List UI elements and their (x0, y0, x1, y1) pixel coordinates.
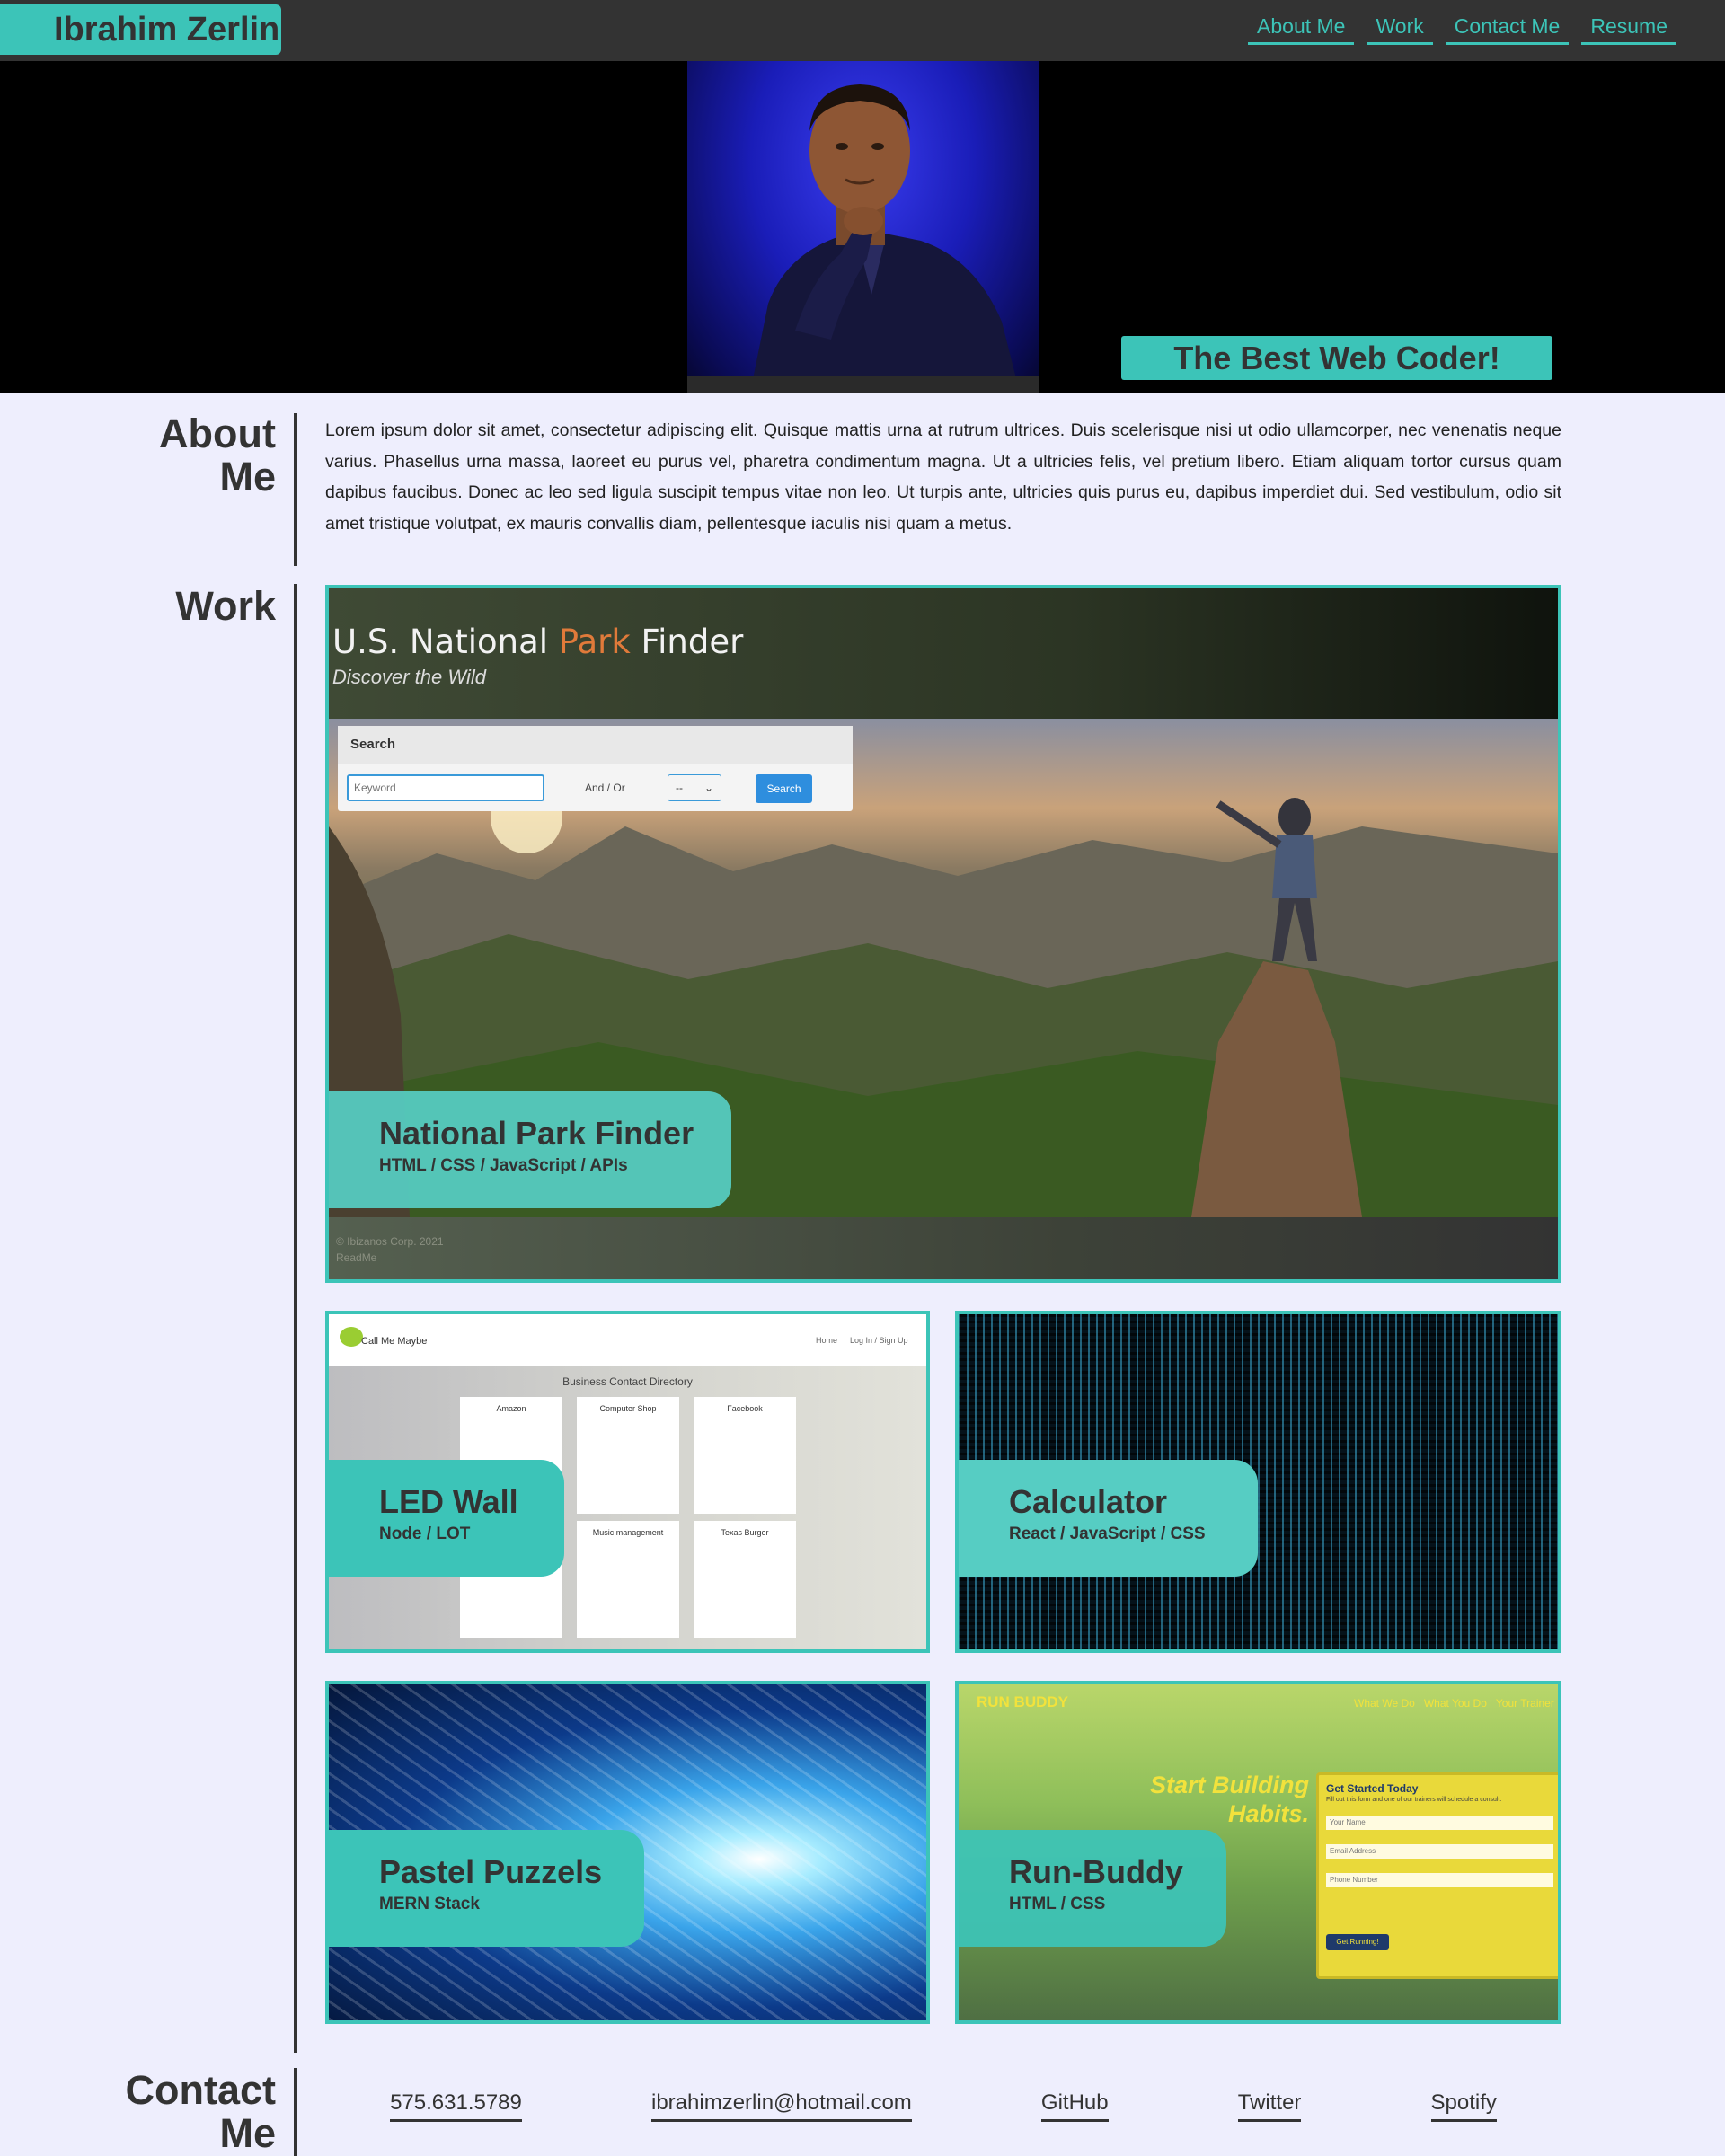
nav-about-me[interactable]: About Me (1248, 13, 1355, 45)
about-title-line1: About (159, 411, 276, 456)
project-tech: HTML / CSS / JavaScript / APIs (379, 1156, 628, 1175)
search-panel-header: Search (338, 726, 853, 764)
project-card-pastel-puzzels[interactable]: Pastel Puzzels MERN Stack (325, 1681, 930, 2024)
contact-title-line1: Contact (125, 2067, 277, 2113)
project-name: Pastel Puzzels (379, 1853, 603, 1890)
footer-copyright: © Ibizanos Corp. 2021 (336, 1235, 444, 1248)
screenshot-headline: Start Building Habits. (1150, 1772, 1309, 1827)
project-name: National Park Finder (379, 1115, 694, 1152)
project-name: LED Wall (379, 1483, 518, 1520)
project-label: National Park Finder HTML / CSS / JavaSc… (329, 1091, 731, 1208)
andor-label: And / Or (585, 782, 625, 794)
business-card: Facebook (694, 1397, 796, 1514)
nav-resume[interactable]: Resume (1581, 13, 1676, 45)
form-field[interactable]: Phone Number (1326, 1873, 1553, 1887)
project-tech: MERN Stack (379, 1895, 480, 1913)
project-tech: HTML / CSS (1009, 1895, 1106, 1913)
signup-form: Get Started Today Fill out this form and… (1316, 1772, 1558, 1979)
screenshot-header: U.S. National Park Finder Discover the W… (329, 588, 1558, 719)
screenshot-navbar: Call Me Maybe Home Log In / Sign Up (329, 1314, 926, 1366)
form-field[interactable]: Your Name (1326, 1816, 1553, 1830)
screenshot-subtitle: Discover the Wild (332, 666, 486, 688)
work-divider (294, 584, 297, 2053)
site-brand[interactable]: Ibrahim Zerlin (0, 4, 281, 55)
hero-tagline: The Best Web Coder! (1121, 336, 1552, 380)
nav-work[interactable]: Work (1367, 13, 1433, 45)
project-card-led-wall[interactable]: Call Me Maybe Home Log In / Sign Up Busi… (325, 1311, 930, 1653)
project-tech: React / JavaScript / CSS (1009, 1524, 1206, 1543)
contact-twitter-link[interactable]: Twitter (1237, 2090, 1302, 2122)
project-label: LED Wall Node / LOT (329, 1460, 564, 1577)
screenshot-footer: © Ibizanos Corp. 2021 ReadMe (329, 1217, 1558, 1279)
contact-title: Contact Me (126, 2069, 277, 2155)
screenshot-title: U.S. National Park Finder (332, 623, 744, 661)
keyword-input[interactable] (347, 774, 544, 801)
work-title: Work (175, 583, 276, 629)
business-card: Texas Burger (694, 1521, 796, 1638)
top-navbar: Ibrahim Zerlin About Me Work Contact Me … (0, 0, 1725, 61)
app-name: Call Me Maybe (361, 1336, 428, 1347)
contact-phone-link[interactable]: 575.631.5789 (390, 2090, 522, 2122)
project-label: Pastel Puzzels MERN Stack (329, 1830, 644, 1947)
project-card-calculator[interactable]: Calculator React / JavaScript / CSS (955, 1311, 1561, 1653)
search-panel: Search And / Or -- ⌄ Search (338, 726, 853, 811)
project-card-national-park-finder[interactable]: U.S. National Park Finder Discover the W… (325, 585, 1561, 1283)
screenshot-logo: RUN BUDDY (977, 1693, 1068, 1710)
project-card-run-buddy[interactable]: RUN BUDDY What We Do What You Do Your Tr… (955, 1681, 1561, 2024)
contact-links: 575.631.5789 ibrahimzerlin@hotmail.com G… (325, 2090, 1561, 2122)
project-name: Calculator (1009, 1483, 1168, 1520)
andor-select[interactable]: -- ⌄ (668, 774, 721, 801)
about-text: Lorem ipsum dolor sit amet, consectetur … (325, 420, 1561, 534)
nav-home: Home (816, 1336, 838, 1345)
form-subtitle: Fill out this form and one of our traine… (1326, 1797, 1502, 1803)
nav-contact-me[interactable]: Contact Me (1445, 13, 1570, 45)
project-label: Calculator React / JavaScript / CSS (959, 1460, 1258, 1577)
business-card: Music management (577, 1521, 679, 1638)
business-card: Computer Shop (577, 1397, 679, 1514)
contact-email-link[interactable]: ibrahimzerlin@hotmail.com (651, 2090, 912, 2122)
nav-login: Log In / Sign Up (850, 1336, 908, 1345)
hero-banner: The Best Web Coder! (0, 61, 1725, 393)
project-label: Run-Buddy HTML / CSS (959, 1830, 1226, 1947)
search-button[interactable]: Search (756, 774, 812, 803)
about-divider (294, 413, 297, 566)
main-nav: About Me Work Contact Me Resume (1248, 13, 1676, 45)
contact-spotify-link[interactable]: Spotify (1430, 2090, 1497, 2122)
chat-bubble-icon (340, 1327, 363, 1347)
project-tech: Node / LOT (379, 1524, 471, 1543)
chevron-down-icon: ⌄ (703, 782, 713, 794)
footer-readme-link: ReadMe (336, 1251, 377, 1264)
form-submit-button[interactable]: Get Running! (1326, 1934, 1389, 1950)
form-field[interactable]: Email Address (1326, 1844, 1553, 1859)
directory-heading: Business Contact Directory (562, 1375, 693, 1388)
form-title: Get Started Today (1326, 1782, 1419, 1795)
screenshot-nav: What We Do What You Do Your Trainer (1354, 1697, 1554, 1710)
profile-photo (687, 61, 1039, 393)
contact-divider (294, 2068, 297, 2156)
contact-github-link[interactable]: GitHub (1040, 2090, 1109, 2122)
about-title: About Me (159, 412, 276, 499)
about-title-line2: Me (219, 454, 276, 499)
contact-title-line2: Me (219, 2110, 276, 2156)
project-name: Run-Buddy (1009, 1853, 1183, 1890)
